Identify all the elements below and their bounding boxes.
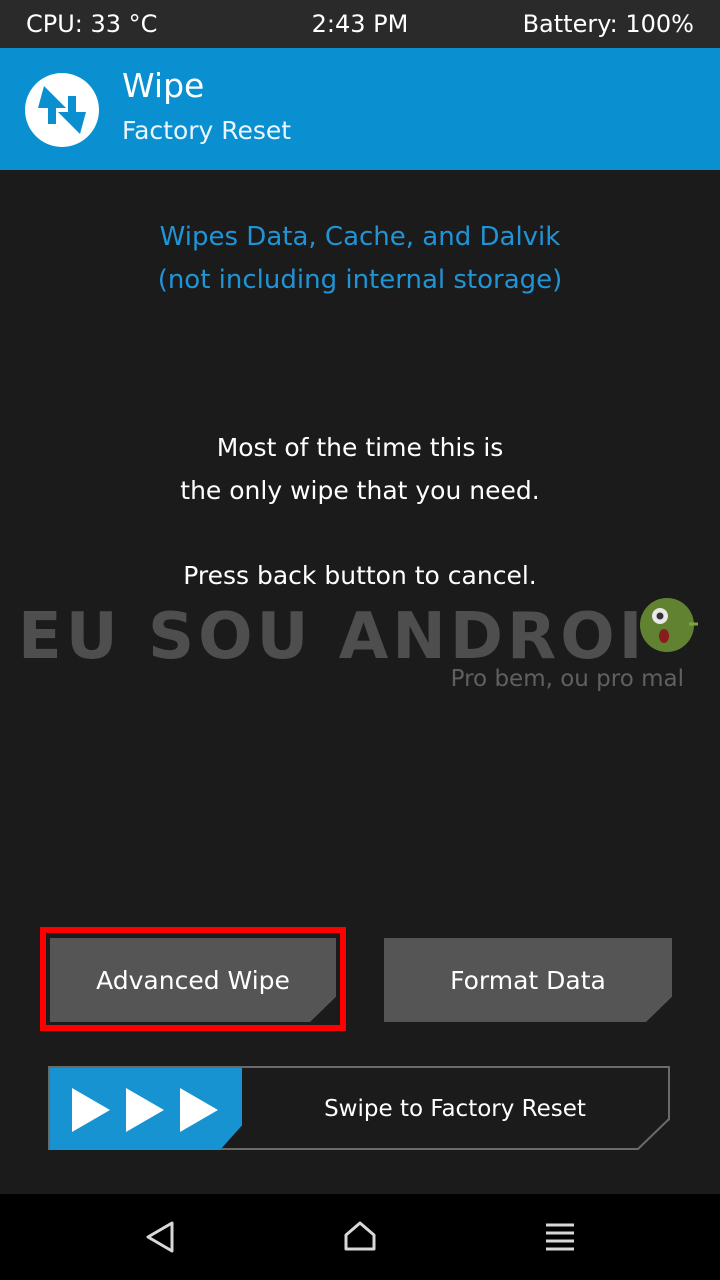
header: Wipe Factory Reset bbox=[0, 48, 720, 170]
page-subtitle: Factory Reset bbox=[122, 116, 292, 145]
cpu-temperature: CPU: 33 °C bbox=[26, 10, 158, 38]
navigation-bar bbox=[0, 1194, 720, 1280]
twrp-logo-icon bbox=[25, 73, 99, 147]
wipe-description: Wipes Data, Cache, and Dalvik (not inclu… bbox=[0, 216, 720, 302]
battery-level: Battery: 100% bbox=[522, 10, 694, 38]
format-data-button[interactable]: Format Data bbox=[384, 938, 672, 1022]
watermark-title: EU SOU ANDROI bbox=[18, 600, 647, 674]
page-title: Wipe bbox=[122, 66, 205, 105]
home-icon[interactable] bbox=[342, 1219, 378, 1255]
wipe-description-line2: (not including internal storage) bbox=[157, 265, 563, 295]
wipe-note-line2: the only wipe that you need. bbox=[180, 476, 540, 505]
swipe-corner-outline bbox=[637, 1118, 670, 1150]
status-bar: CPU: 33 °C 2:43 PM Battery: 100% bbox=[0, 0, 720, 48]
advanced-wipe-button[interactable]: Advanced Wipe bbox=[50, 938, 336, 1022]
back-triangle-icon[interactable] bbox=[142, 1219, 178, 1255]
wipe-panel: Wipes Data, Cache, and Dalvik (not inclu… bbox=[0, 170, 720, 1194]
wipe-note: Most of the time this is the only wipe t… bbox=[0, 426, 720, 597]
cancel-hint: Press back button to cancel. bbox=[183, 561, 537, 590]
wipe-description-line1: Wipes Data, Cache, and Dalvik bbox=[159, 222, 561, 252]
watermark-tagline: Pro bem, ou pro mal bbox=[450, 666, 684, 692]
watermark: EU SOU ANDROI Pro bem, ou pro mal bbox=[18, 598, 708, 695]
wipe-note-line1: Most of the time this is bbox=[216, 433, 504, 462]
android-mascot-icon bbox=[640, 598, 698, 652]
menu-lines-icon[interactable] bbox=[542, 1219, 578, 1255]
